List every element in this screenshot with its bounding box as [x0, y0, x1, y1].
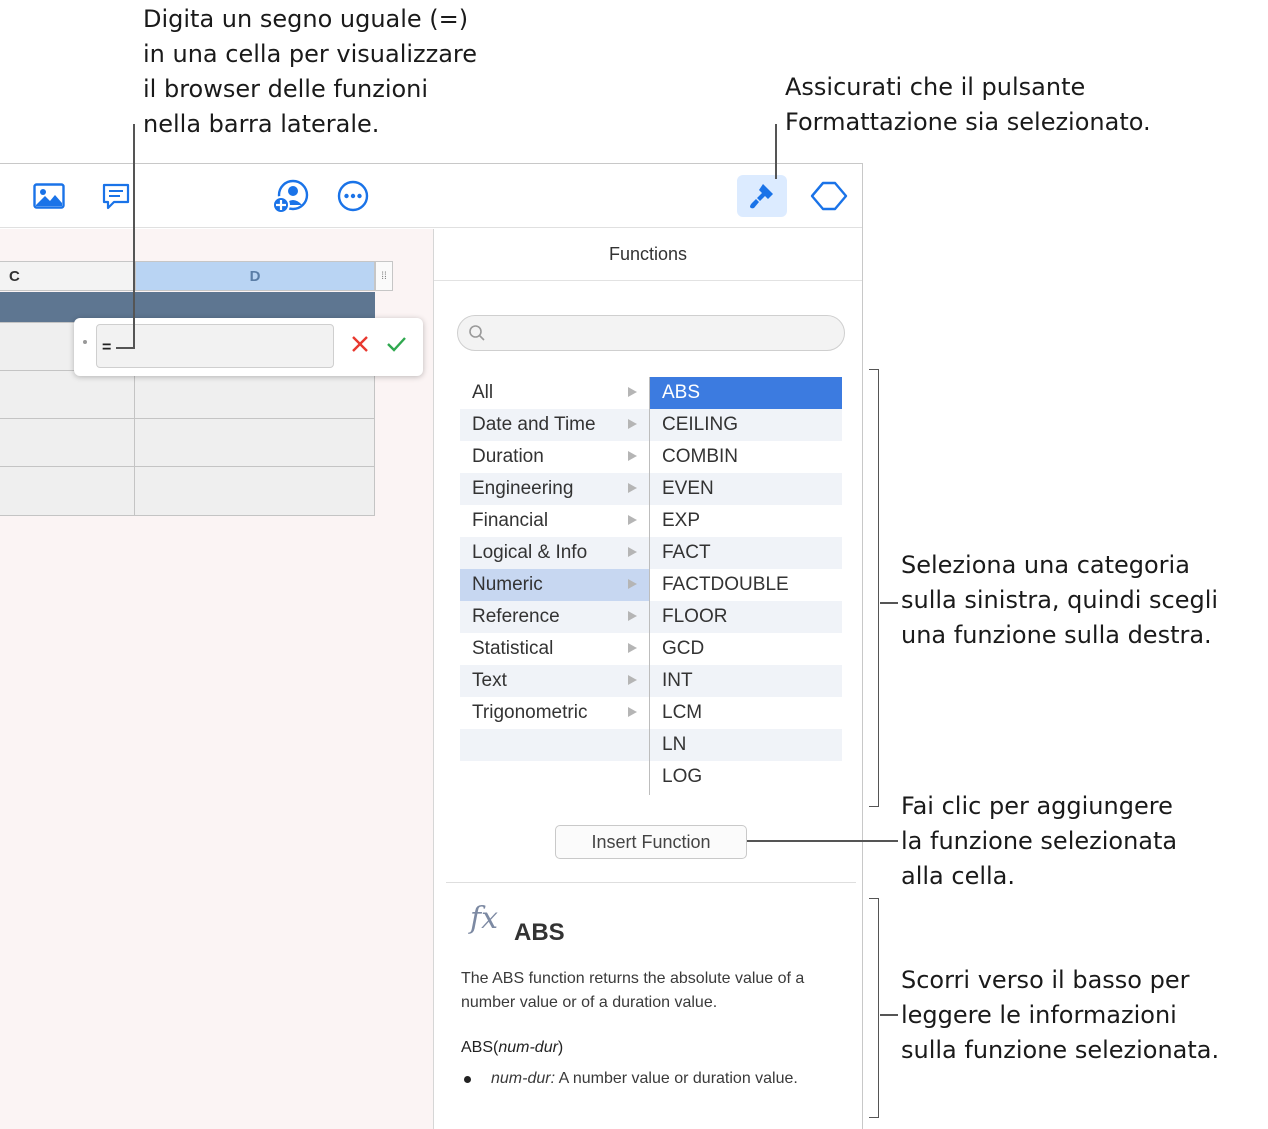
function-item-fact[interactable]: FACT [650, 537, 842, 569]
category-item-reference[interactable]: Reference [460, 601, 649, 633]
category-item-duration[interactable]: Duration [460, 441, 649, 473]
function-item-combin[interactable]: COMBIN [650, 441, 842, 473]
bracket-scroll [869, 898, 879, 1118]
sidebar-title: Functions [434, 229, 862, 281]
column-resize-handle[interactable]: ⁞⁞ [375, 261, 393, 291]
callout-insert: Fai clic per aggiungere la funzione sele… [901, 792, 1178, 890]
disclosure-arrow-icon [628, 643, 637, 653]
disclosure-arrow-icon [628, 579, 637, 589]
function-item-even[interactable]: EVEN [650, 473, 842, 505]
category-item-all[interactable]: All [460, 377, 649, 409]
insert-function-button[interactable]: Insert Function [555, 825, 747, 859]
leader-line-insert [747, 840, 898, 842]
function-search-input[interactable] [457, 315, 845, 351]
function-browser: All Date and Time Duration Engineering F… [460, 377, 842, 795]
argument-description: num-dur: A number value or duration valu… [461, 1067, 841, 1091]
confirm-formula-icon[interactable] [384, 332, 408, 356]
function-item-ln[interactable]: LN [650, 729, 842, 761]
leader-line-scroll [880, 1014, 898, 1016]
function-description: The ABS function returns the absolute va… [461, 970, 805, 1011]
function-item-exp[interactable]: EXP [650, 505, 842, 537]
function-item-log[interactable]: LOG [650, 761, 842, 793]
format-brush-icon [750, 184, 773, 209]
category-item-statistical[interactable]: Statistical [460, 633, 649, 665]
category-item-logical-info[interactable]: Logical & Info [460, 537, 649, 569]
function-item-floor[interactable]: FLOOR [650, 601, 842, 633]
table-cell[interactable] [0, 370, 135, 419]
image-icon [33, 183, 65, 209]
disclosure-arrow-icon [628, 483, 637, 493]
app-window: C D ⁞⁞ = Functions All Date and Time Dur… [0, 163, 863, 1129]
formula-input[interactable]: = [96, 324, 334, 368]
category-item-date-and-time[interactable]: Date and Time [460, 409, 649, 441]
disclosure-arrow-icon [628, 707, 637, 717]
function-item-abs[interactable]: ABS [650, 377, 842, 409]
leader-line-equals [133, 124, 135, 348]
table-cell[interactable] [0, 466, 135, 516]
category-item-financial[interactable]: Financial [460, 505, 649, 537]
callout-equals: Digita un segno uguale (=) in una cella … [143, 5, 478, 138]
function-item-int[interactable]: INT [650, 665, 842, 697]
bullet-icon [464, 1076, 471, 1083]
search-icon [469, 325, 485, 341]
table-cell[interactable] [0, 418, 135, 467]
more-button[interactable] [328, 175, 378, 217]
category-item-numeric[interactable]: Numeric [460, 569, 649, 601]
more-icon [337, 180, 369, 212]
disclosure-arrow-icon [628, 547, 637, 557]
table-cell[interactable] [134, 418, 375, 467]
disclosure-arrow-icon [628, 515, 637, 525]
organize-icon [810, 181, 848, 211]
disclosure-arrow-icon [628, 387, 637, 397]
category-item-text[interactable]: Text [460, 665, 649, 697]
function-list: ABS CEILING COMBIN EVEN EXP FACT FACTDOU… [650, 377, 842, 793]
function-info-name: ABS [514, 919, 565, 946]
table-cell[interactable] [134, 466, 375, 516]
disclosure-arrow-icon [628, 611, 637, 621]
category-item-trigonometric[interactable]: Trigonometric [460, 697, 649, 729]
functions-sidebar: Functions All Date and Time Duration Eng… [434, 229, 862, 1129]
format-button[interactable] [737, 175, 787, 217]
function-syntax: ABS(num-dur) [461, 1039, 564, 1056]
disclosure-arrow-icon [628, 419, 637, 429]
media-button[interactable] [24, 175, 74, 217]
column-header-c[interactable]: C [0, 261, 135, 291]
collaborate-icon [272, 179, 309, 214]
function-item-lcm[interactable]: LCM [650, 697, 842, 729]
function-item-gcd[interactable]: GCD [650, 633, 842, 665]
leader-line-category [880, 602, 898, 604]
toolbar [0, 164, 862, 228]
disclosure-arrow-icon [628, 675, 637, 685]
function-item-factdouble[interactable]: FACTDOUBLE [650, 569, 842, 601]
callout-scroll: Scorri verso il basso per leggere le inf… [901, 966, 1220, 1064]
leader-line-format [775, 124, 777, 179]
function-fx-icon: fx [470, 901, 499, 936]
disclosure-arrow-icon [628, 451, 637, 461]
formula-drag-handle[interactable] [83, 340, 87, 344]
function-item-ceiling[interactable]: CEILING [650, 409, 842, 441]
cancel-formula-icon[interactable] [348, 332, 372, 356]
category-empty-row [460, 729, 649, 761]
table-cell[interactable] [134, 370, 375, 419]
callout-category: Seleziona una categoria sulla sinistra, … [901, 551, 1219, 649]
category-item-engineering[interactable]: Engineering [460, 473, 649, 505]
organize-button[interactable] [804, 175, 854, 217]
leader-line-equals-tick [116, 347, 135, 349]
category-empty-row [460, 761, 649, 793]
comment-icon [102, 183, 130, 210]
collaborate-button[interactable] [266, 175, 316, 217]
bracket-category [869, 369, 879, 807]
category-list: All Date and Time Duration Engineering F… [460, 377, 649, 793]
callout-format: Assicurati che il pulsante Formattazione… [785, 73, 1151, 136]
column-header-d[interactable]: D [135, 261, 375, 291]
sidebar-divider [446, 882, 856, 883]
